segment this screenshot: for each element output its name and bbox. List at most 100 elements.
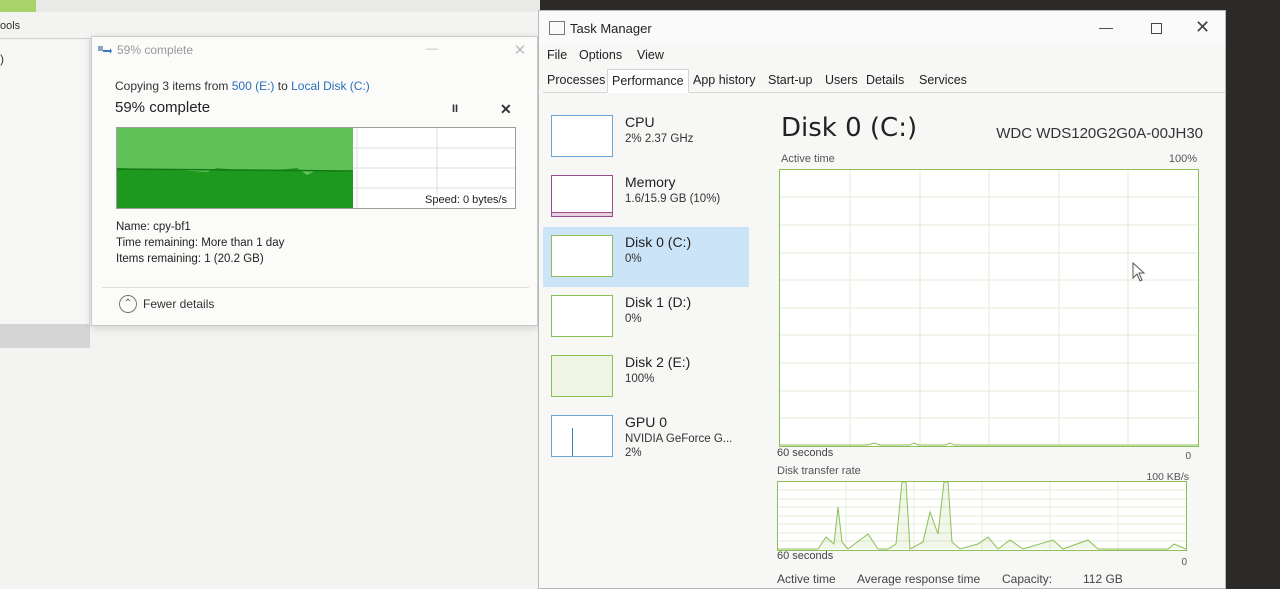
transfer-rate-graph [777,481,1187,551]
dialog-divider [102,287,529,288]
tab-services[interactable]: Services [915,69,971,93]
active-time-grid [780,170,1198,446]
sidebar-item-value: 2% 2.37 GHz [625,133,694,145]
background-divider [0,38,92,39]
sidebar-item-label: Disk 2 (E:) [625,354,691,370]
sidebar-item-cpu[interactable]: CPU 2% 2.37 GHz [543,107,749,167]
minimize-button[interactable]: — [422,41,442,59]
name-row: Name: cpy-bf1 [116,219,284,235]
transfer-rate-label: Disk transfer rate [777,465,861,477]
sidebar-item-disk-0[interactable]: Disk 0 (C:) 0% [543,227,749,287]
tab-start-up[interactable]: Start-up [764,69,816,93]
sidebar-item-value: 100% [625,373,655,385]
destination-link[interactable]: Local Disk (C:) [291,79,370,93]
gpu-thumb-spike [572,428,573,456]
copy-icon [98,46,112,54]
disk-title: Disk 0 (C:) [781,113,918,143]
memory-thumb-fill [552,212,612,216]
background-tools-label: ools [0,20,21,32]
background-green-tab [0,0,36,12]
progress-speed-area [117,168,353,208]
background-nav-pane [0,40,90,325]
disk-detail-panel: Disk 0 (C:) WDC WDS120G2G0A-00JH30 Activ… [775,95,1205,589]
sidebar-item-value: 1.6/15.9 GB (10%) [625,193,721,205]
percent-complete: 59% complete [115,99,211,116]
cpu-thumbnail [551,115,613,157]
sidebar-item-disk-1[interactable]: Disk 1 (D:) 0% [543,287,749,347]
sidebar-item-label: CPU [625,114,655,130]
maximize-button[interactable] [1151,23,1162,34]
task-manager-titlebar[interactable]: Task Manager — ✕ [539,11,1225,45]
active-time-max-label: 100% [1168,153,1197,165]
background-tab-strip [0,0,540,12]
minimize-button[interactable]: — [1099,19,1113,35]
copy-dialog-title: 59% complete [117,43,194,57]
menu-bar: File Options View [539,45,1225,67]
stat-avg-response-label: Average response time [857,572,981,586]
background-selected-row [0,324,90,348]
tab-app-history[interactable]: App history [689,69,760,93]
menu-view[interactable]: View [637,48,664,62]
sidebar-item-disk-2[interactable]: Disk 2 (E:) 100% [543,347,749,407]
sidebar-item-gpu-0[interactable]: GPU 0 NVIDIA GeForce G... 2% [543,407,749,467]
background-paren-label: ) [0,52,4,66]
source-link[interactable]: 500 (E:) [232,79,275,93]
sidebar-item-value: 0% [625,253,642,265]
sidebar-item-label: Disk 1 (D:) [625,294,692,310]
active-time-graph [779,169,1199,447]
name-label: Name: [116,221,150,233]
copying-prefix: Copying 3 items from [115,79,229,93]
active-time-seconds-label: 60 seconds [777,447,834,459]
memory-thumbnail [551,175,613,217]
active-time-label: Active time [781,153,835,165]
copy-dialog-titlebar[interactable]: 59% complete — ✕ [92,37,537,65]
gpu-thumbnail [551,415,613,457]
close-button[interactable]: ✕ [510,41,530,59]
copying-summary: Copying 3 items from 500 (E:) to Local D… [115,79,370,93]
copy-details: Name: cpy-bf1 Time remaining: More than … [116,219,284,267]
mouse-cursor-icon [1132,262,1146,282]
fewer-details-button[interactable]: ⌃ Fewer details [119,295,214,313]
menu-options[interactable]: Options [579,48,622,62]
name-value: cpy-bf1 [153,221,191,233]
transfer-rate-grid [778,481,1187,550]
task-manager-title: Task Manager [570,21,652,36]
tab-processes[interactable]: Processes [543,69,609,93]
close-button[interactable]: ✕ [1195,17,1210,38]
copy-speed-graph: Speed: 0 bytes/s [116,127,516,209]
tab-users[interactable]: Users [821,69,862,93]
pause-button[interactable]: II [452,103,458,115]
sidebar-item-label: GPU 0 [625,414,668,430]
time-row: Time remaining: More than 1 day [116,235,284,251]
menu-file[interactable]: File [547,48,567,62]
disk2-thumbnail [551,355,613,397]
tab-details[interactable]: Details [862,69,908,93]
sidebar-item-label: Disk 0 (C:) [625,234,692,250]
sidebar-item-value: NVIDIA GeForce G... [625,433,733,445]
speed-label: Speed: 0 bytes/s [423,194,509,206]
to-word: to [277,79,288,93]
sidebar-item-label: Memory [625,174,676,190]
chevron-up-icon: ⌃ [119,295,137,313]
sidebar-item-memory[interactable]: Memory 1.6/15.9 GB (10%) [543,167,749,227]
transfer-seconds-label: 60 seconds [777,550,834,562]
sidebar-item-value-2: 2% [625,447,642,459]
task-manager-icon [549,21,565,35]
performance-sidebar: CPU 2% 2.37 GHz Memory 1.6/15.9 GB (10%)… [543,95,749,589]
time-value: More than 1 day [201,237,285,249]
sidebar-item-value: 0% [625,313,642,325]
tab-performance[interactable]: Performance [607,69,689,93]
active-time-zero-label: 0 [1185,451,1191,462]
transfer-zero-label: 0 [1181,557,1187,568]
stat-active-time-label: Active time [777,572,836,586]
stat-capacity-label: Capacity: [1002,572,1053,586]
items-value: 1 (20.2 GB) [204,253,264,265]
copy-progress-dialog: 59% complete — ✕ Copying 3 items from 50… [91,36,538,326]
cancel-button[interactable]: ✕ [500,101,512,118]
items-row: Items remaining: 1 (20.2 GB) [116,251,284,267]
disk0-thumbnail [551,235,613,277]
task-manager-window: Task Manager — ✕ File Options View Proce… [538,10,1226,589]
items-label: Items remaining: [116,253,202,265]
stat-capacity-value: 112 GB [1083,572,1123,586]
time-label: Time remaining: [116,237,199,249]
